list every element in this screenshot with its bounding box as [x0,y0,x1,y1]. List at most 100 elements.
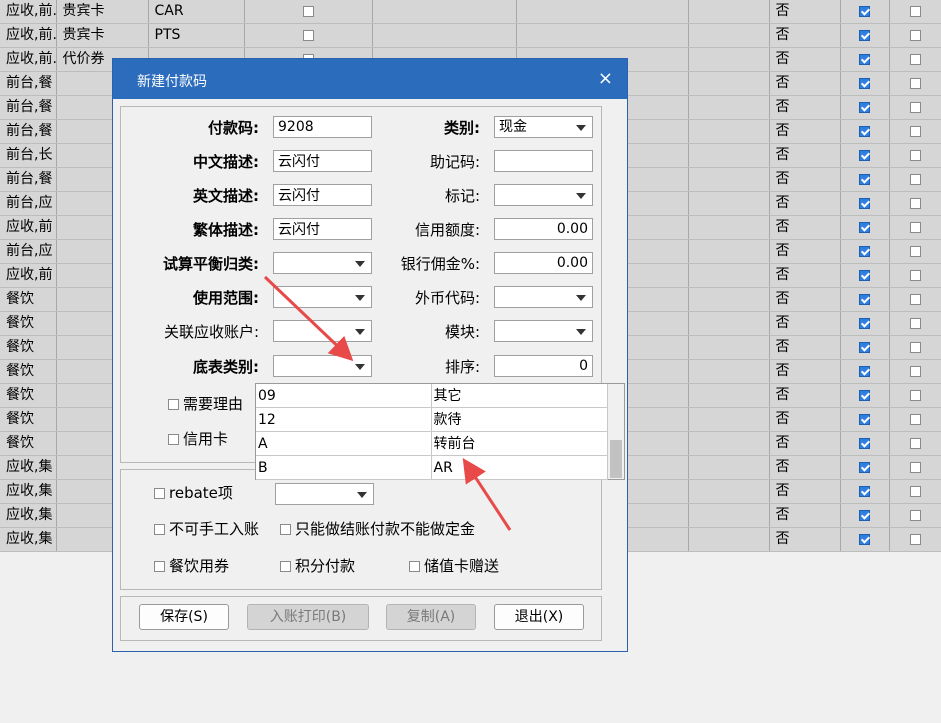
need-reason-checkbox[interactable]: 需要理由 [168,394,243,414]
dropdown-scrollbar[interactable] [608,384,624,479]
checkbox-icon[interactable] [909,101,921,113]
checked-checkbox-icon[interactable] [859,509,870,521]
mark-select[interactable] [494,184,593,206]
checked-checkbox-icon[interactable] [859,437,870,449]
checked-checkbox-icon[interactable] [859,293,870,305]
checked-checkbox-icon[interactable] [859,245,870,257]
ar-account-select[interactable] [273,320,372,342]
module-select[interactable] [494,320,593,342]
row-checkbox-cell [244,23,373,48]
copy-button[interactable]: 复制(A) [386,604,476,630]
checkbox-icon[interactable] [909,341,921,353]
row-checked-cell [840,191,890,216]
checkbox-icon[interactable] [909,533,921,545]
checked-checkbox-icon[interactable] [859,485,870,497]
en-desc-input[interactable] [273,184,372,206]
mnemonic-input[interactable] [494,150,593,172]
dropdown-option[interactable]: B AR [256,455,608,480]
currency-select[interactable] [494,286,593,308]
credit-card-checkbox[interactable]: 信用卡 [168,429,228,449]
exit-button[interactable]: 退出(X) [494,604,584,630]
checked-checkbox-icon[interactable] [859,29,870,41]
dropdown-option[interactable]: A 转前台 [256,431,608,456]
checkbox-icon[interactable] [302,29,314,41]
checkbox-icon[interactable] [302,5,314,17]
checkbox-icon[interactable] [909,53,921,65]
category-select[interactable]: 现金 [494,116,593,138]
bank-fee-input[interactable] [494,252,593,274]
row-usage-cell: 前台,餐 [0,167,57,192]
checkbox-icon[interactable] [909,389,921,401]
dropdown-option[interactable]: 12 款待 [256,407,608,432]
checkbox-icon[interactable] [909,365,921,377]
option-name: 转前台 [431,431,608,456]
checkbox-icon[interactable] [909,461,921,473]
no-manual-post-checkbox[interactable]: 不可手工入账 [154,519,259,539]
checked-checkbox-icon[interactable] [859,101,870,113]
checked-checkbox-icon[interactable] [859,413,870,425]
base-type-select[interactable] [273,355,372,377]
checkbox-icon[interactable] [909,197,921,209]
checked-checkbox-icon[interactable] [859,341,870,353]
checkbox-icon[interactable] [909,269,921,281]
checkbox-icon[interactable] [909,29,921,41]
close-icon[interactable]: × [598,68,613,89]
checkbox-icon[interactable] [909,413,921,425]
post-print-button[interactable]: 入账打印(B) [247,604,369,630]
checked-checkbox-icon[interactable] [859,269,870,281]
checked-checkbox-icon[interactable] [859,389,870,401]
cn-desc-input[interactable] [273,150,372,172]
checkbox-icon[interactable] [909,77,921,89]
checked-checkbox-icon[interactable] [859,221,870,233]
scrollbar-thumb[interactable] [610,440,622,478]
checkbox-icon[interactable] [909,125,921,137]
row-empty-cell [688,239,770,264]
row-flag-cell: 否 [769,47,841,72]
checkbox-icon[interactable] [909,245,921,257]
fb-coupon-checkbox[interactable]: 餐饮用券 [154,556,229,576]
checkbox-icon[interactable] [909,509,921,521]
settle-only-checkbox[interactable]: 只能做结账付款不能做定金 [280,519,475,539]
points-payment-checkbox[interactable]: 积分付款 [280,556,355,576]
checkbox-icon[interactable] [909,317,921,329]
table-row[interactable]: 应收,前...贵宾卡PTS 否 [0,23,941,48]
checked-checkbox-icon[interactable] [859,365,870,377]
tw-desc-input[interactable] [273,218,372,240]
code-input[interactable] [273,116,372,138]
checked-checkbox-icon[interactable] [859,533,870,545]
checked-checkbox-icon[interactable] [859,5,870,17]
credit-card-label: 信用卡 [183,430,229,448]
rebate-checkbox[interactable]: rebate项 [154,483,233,503]
checkbox-icon[interactable] [909,5,921,17]
checked-checkbox-icon[interactable] [859,461,870,473]
checked-checkbox-icon[interactable] [859,125,870,137]
stored-value-gift-checkbox[interactable]: 储值卡赠送 [409,556,499,576]
row-empty-cell [688,383,770,408]
checked-checkbox-icon[interactable] [859,197,870,209]
checkbox-icon[interactable] [909,437,921,449]
checkbox-icon[interactable] [909,485,921,497]
save-button[interactable]: 保存(S) [139,604,229,630]
scope-select[interactable] [273,286,372,308]
checkbox-icon[interactable] [909,149,921,161]
checkbox-icon[interactable] [909,293,921,305]
balance-class-select[interactable] [273,252,372,274]
checked-checkbox-icon[interactable] [859,149,870,161]
checked-checkbox-icon[interactable] [859,173,870,185]
row-flag-cell: 否 [769,191,841,216]
checkbox-icon[interactable] [909,173,921,185]
row-checkbox-cell [244,0,373,24]
checked-checkbox-icon[interactable] [859,317,870,329]
currency-label: 外币代码: [414,289,480,307]
row-empty-cell [688,431,770,456]
dropdown-option[interactable]: 09 其它 [256,384,608,408]
row-checkbox-cell [889,95,941,120]
row-desc-cell: 贵宾卡 [56,23,149,48]
credit-input[interactable] [494,218,593,240]
table-row[interactable]: 应收,前...贵宾卡CAR 否 [0,0,941,24]
checked-checkbox-icon[interactable] [859,77,870,89]
rebate-select[interactable] [275,483,374,505]
sort-input[interactable] [494,355,593,377]
checkbox-icon[interactable] [909,221,921,233]
checked-checkbox-icon[interactable] [859,53,870,65]
